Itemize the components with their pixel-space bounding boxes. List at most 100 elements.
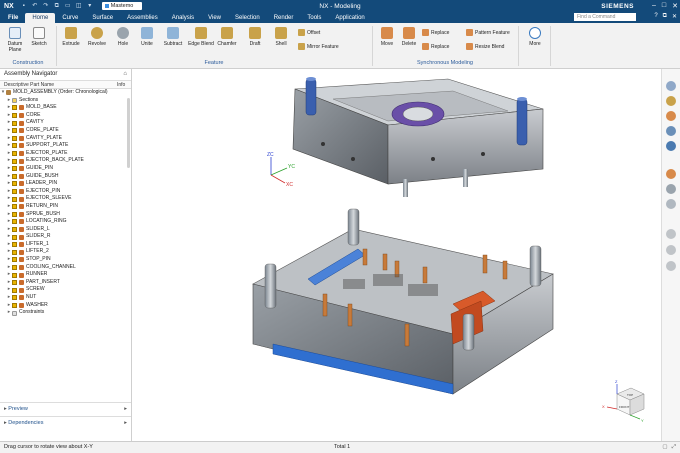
visibility-checkbox[interactable] <box>12 128 17 134</box>
tree-part-row[interactable]: ▸ SLIDER_R <box>0 233 131 241</box>
tree-part-row[interactable]: ▸ MOLD_BASE <box>0 104 131 112</box>
visibility-checkbox[interactable] <box>12 113 17 119</box>
tab-analysis[interactable]: Analysis <box>165 13 201 23</box>
tab-render[interactable]: Render <box>267 13 301 23</box>
tree-part-row[interactable]: ▸ COOLING_CHANNEL <box>0 264 131 272</box>
tree-part-row[interactable]: ▸ EJECTOR_BACK_PLATE <box>0 157 131 165</box>
constraint-navigator-icon[interactable] <box>666 126 676 136</box>
extrude-button[interactable]: Extrude <box>58 27 84 47</box>
tree-root[interactable]: ▾ MOLD_ASSEMBLY (Order: Chronological) <box>0 89 131 97</box>
undo-icon[interactable]: ↶ <box>31 3 39 10</box>
more-button[interactable]: More <box>522 27 548 47</box>
subtract-button[interactable]: Subtract <box>160 27 186 47</box>
column-part-name[interactable]: Descriptive Part Name <box>0 81 117 88</box>
tab-assemblies[interactable]: Assemblies <box>120 13 165 23</box>
tree-part-row[interactable]: ▸ LIFTER_2 <box>0 248 131 256</box>
preview-panel-header[interactable]: ▸ Preview ▸ <box>0 402 131 414</box>
more-icon[interactable]: ▾ <box>86 3 94 10</box>
tree-part-row[interactable]: ▸ GUIDE_BUSH <box>0 173 131 181</box>
save-icon[interactable]: ▪ <box>20 3 28 10</box>
maximize-button[interactable]: □ <box>662 2 666 10</box>
draft-button[interactable]: Draft <box>242 27 268 47</box>
tab-curve[interactable]: Curve <box>55 13 85 23</box>
visibility-checkbox[interactable] <box>12 280 17 286</box>
visibility-checkbox[interactable] <box>12 257 17 263</box>
visibility-checkbox[interactable] <box>12 151 17 157</box>
resize-blend-button[interactable]: Resize Blend <box>466 43 504 50</box>
visibility-checkbox[interactable] <box>12 158 17 164</box>
tree-part-row[interactable]: ▸ EJECTOR_SLEEVE <box>0 195 131 203</box>
tree-part-row[interactable]: ▸ CORE_PLATE <box>0 127 131 135</box>
tree-part-row[interactable]: ▸ WASHER <box>0 302 131 310</box>
tree-part-row[interactable]: ▸ CORE <box>0 112 131 120</box>
assembly-navigator-icon[interactable] <box>666 96 676 106</box>
restore-icon[interactable]: ⧉ <box>663 13 667 20</box>
visibility-checkbox[interactable] <box>12 105 17 111</box>
tree-part-row[interactable]: ▸ CAVITY_PLATE <box>0 135 131 143</box>
graphics-window[interactable]: ZC YC XC TOP FRONT X Z Y <box>133 69 661 441</box>
revolve-button[interactable]: Revolve <box>84 27 110 47</box>
dependencies-panel-header[interactable]: ▸ Dependencies ▸ <box>0 416 131 428</box>
shell-button[interactable]: Shell <box>268 27 294 47</box>
visibility-checkbox[interactable] <box>12 181 17 187</box>
settings-icon[interactable] <box>666 245 676 255</box>
close-part-icon[interactable]: ✕ <box>672 13 677 20</box>
visibility-checkbox[interactable] <box>12 143 17 149</box>
close-button[interactable]: ✕ <box>672 2 678 10</box>
tree-part-row[interactable]: ▸ PART_INSERT <box>0 279 131 287</box>
datum-plane-button[interactable]: Datum Plane <box>2 27 28 53</box>
tree-part-row[interactable]: ▸ SCREW <box>0 286 131 294</box>
tree-constraints[interactable]: ▸ Constraints <box>0 309 131 317</box>
part-file-dropdown[interactable]: Mastemo <box>101 2 142 10</box>
cavity-half[interactable] <box>292 77 544 197</box>
tab-surface[interactable]: Surface <box>85 13 120 23</box>
visibility-checkbox[interactable] <box>12 272 17 278</box>
command-search-input[interactable]: Find a Command <box>574 13 636 21</box>
visibility-checkbox[interactable] <box>12 204 17 210</box>
tree-part-row[interactable]: ▸ RUNNER <box>0 271 131 279</box>
navigator-scrollbar[interactable] <box>127 98 130 168</box>
visibility-checkbox[interactable] <box>12 189 17 195</box>
tree-part-row[interactable]: ▸ GUIDE_PIN <box>0 165 131 173</box>
tab-home[interactable]: Home <box>25 13 56 23</box>
tree-part-row[interactable]: ▸ SPRUE_BUSH <box>0 211 131 219</box>
visibility-checkbox[interactable] <box>12 196 17 202</box>
offset-button[interactable]: Offset <box>298 29 320 36</box>
roles-icon[interactable] <box>666 81 676 91</box>
edge-blend-button[interactable]: Edge Blend <box>188 27 214 47</box>
chamfer-button[interactable]: Chamfer <box>214 27 240 47</box>
view-cube[interactable]: TOP FRONT X Z Y <box>602 379 645 423</box>
tab-selection[interactable]: Selection <box>228 13 267 23</box>
tab-view[interactable]: View <box>201 13 228 23</box>
visibility-checkbox[interactable] <box>12 120 17 126</box>
visibility-checkbox[interactable] <box>12 249 17 255</box>
tree-part-row[interactable]: ▸ LOCATING_RING <box>0 218 131 226</box>
visibility-checkbox[interactable] <box>12 302 17 308</box>
visualization-icon[interactable] <box>666 199 676 209</box>
tree-part-row[interactable]: ▸ SLIDER_L <box>0 226 131 234</box>
redo-icon[interactable]: ↷ <box>42 3 50 10</box>
fullscreen-icon[interactable]: ⤢ <box>672 442 676 453</box>
copy-icon[interactable]: ⧉ <box>53 3 61 10</box>
visibility-checkbox[interactable] <box>12 234 17 240</box>
tree-sections[interactable]: ▸ Sections <box>0 97 131 105</box>
tree-part-row[interactable]: ▸ SUPPORT_PLATE <box>0 142 131 150</box>
core-half[interactable] <box>252 208 554 395</box>
process-studio-icon[interactable] <box>666 184 676 194</box>
visibility-checkbox[interactable] <box>12 173 17 179</box>
tree-part-row[interactable]: ▸ LIFTER_1 <box>0 241 131 249</box>
mirror-feature-button[interactable]: Mirror Feature <box>298 43 339 50</box>
delete-face-button[interactable]: Delete <box>396 27 422 47</box>
visibility-checkbox[interactable] <box>12 219 17 225</box>
palette-icon[interactable] <box>666 261 676 271</box>
window-icon[interactable]: ◫ <box>75 3 83 10</box>
visibility-checkbox[interactable] <box>12 135 17 141</box>
hole-button[interactable]: Hole <box>110 27 136 47</box>
tree-part-row[interactable]: ▸ STOP_PIN <box>0 256 131 264</box>
tree-part-row[interactable]: ▸ EJECTOR_PIN <box>0 188 131 196</box>
tree-part-row[interactable]: ▸ EJECTOR_PLATE <box>0 150 131 158</box>
tab-application[interactable]: Application <box>328 13 371 23</box>
visibility-checkbox[interactable] <box>12 211 17 217</box>
visibility-checkbox[interactable] <box>12 295 17 301</box>
tree-part-row[interactable]: ▸ LEADER_PIN <box>0 180 131 188</box>
